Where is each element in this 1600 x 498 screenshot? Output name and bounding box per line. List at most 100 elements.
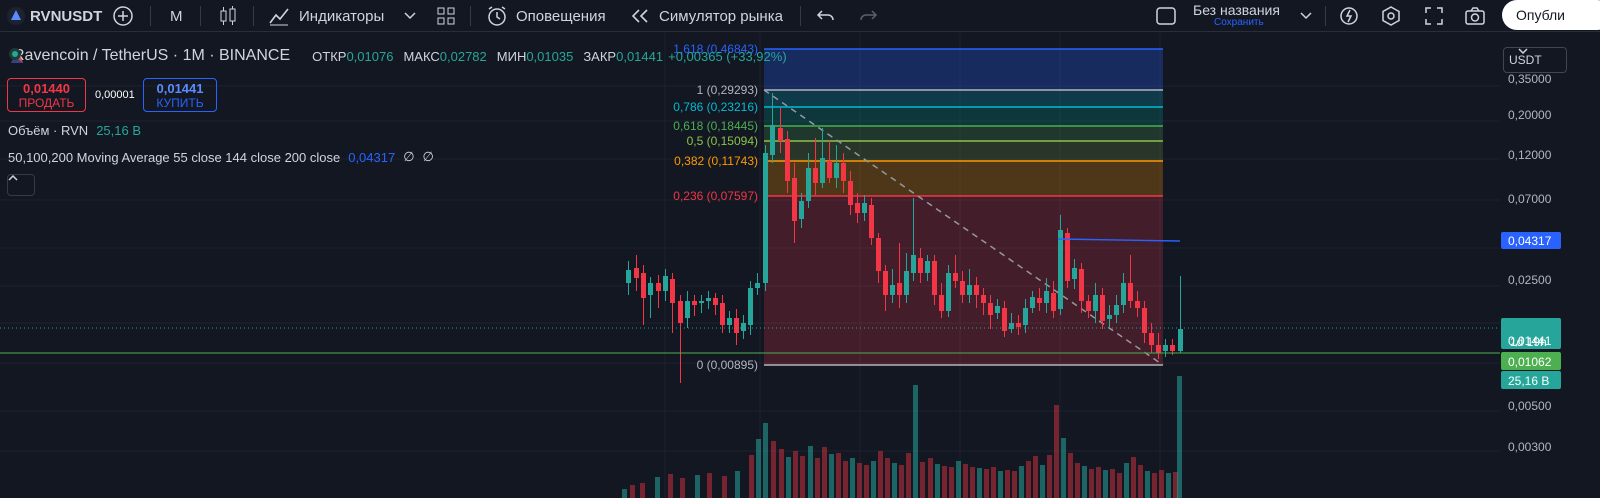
indicators-button[interactable]: Индикаторы [299,0,384,32]
candle-body [685,301,690,318]
candle-body [939,295,944,311]
candle-body [741,323,746,331]
candle-body [862,203,867,213]
candle-body [727,318,732,325]
volume-bar [640,483,645,498]
candle-body [918,258,923,273]
volume-bar [1082,466,1087,498]
price-chart[interactable]: 1,618 (0,46843)1 (0,29293)0,786 (0,23216… [0,33,1600,498]
candle-body [855,203,860,213]
candle-body [641,273,646,298]
symbol-search-button[interactable]: RVNUSDT [30,0,102,32]
save-link[interactable]: Сохранить [1214,17,1264,28]
candle-body [820,158,825,183]
currency-chevron-down-icon [1518,48,1528,54]
volume-bar [928,458,933,498]
layout-name-box[interactable]: Без названия Сохранить [1185,0,1315,32]
candle-body [720,303,725,325]
candle-body [706,298,711,301]
price-axis-tick: 0,20000 [1508,108,1552,122]
candle-body [981,295,986,303]
price-axis-tick: 0,35000 [1508,72,1552,86]
legend-volume[interactable]: Объём · RVN 25,16 B [8,123,141,138]
chevron-down-icon[interactable] [404,0,416,32]
currency-select[interactable]: USDT [1503,47,1567,73]
candle-body [648,283,653,295]
candle-body [1058,230,1063,309]
camera-icon[interactable] [1464,0,1486,32]
volume-bar [1096,467,1101,498]
candle-body [748,288,753,325]
volume-bar [695,475,700,498]
candle-body [1044,291,1049,303]
candle-body [834,163,839,178]
candle-body [634,268,639,278]
compare-add-icon[interactable] [112,0,134,32]
candle-body [699,301,704,303]
candle-body [1065,233,1070,281]
undo-icon[interactable] [816,0,836,32]
candle-body [763,153,768,283]
fullscreen-icon[interactable] [1424,0,1444,32]
fib-level-label: 0 (0,00895) [697,358,758,372]
publish-button[interactable]: Опубли [1502,0,1600,30]
volume-bar [850,458,855,498]
volume-bar [622,489,627,498]
interval-button[interactable]: M [170,0,183,32]
candle-body [734,318,739,333]
chevron-up-icon [8,175,18,181]
candle-body [806,168,811,201]
fib-zone [764,126,1163,141]
volume-bar [1177,376,1182,498]
sell-button[interactable]: 0,01440 ПРОДАТЬ [7,78,86,112]
candle-body [869,205,874,238]
layout-chevron-down-icon[interactable] [1300,0,1312,32]
volume-bar [722,476,727,498]
volume-bar [763,423,768,498]
volume-bar [808,446,813,498]
alerts-button[interactable]: Оповещения [516,0,606,32]
volume-value: 25,16 B [96,123,142,138]
hline-price-tag: 0,01062 [1508,355,1552,369]
chart-area[interactable]: 1,618 (0,46843) 1 (0,29293) 0,786 (0,23216… [0,33,1600,498]
alert-clock-icon[interactable] [485,0,509,32]
ma-label: 50,100,200 Moving Average 55 close 144 c… [8,149,341,165]
legend-moving-average[interactable]: 50,100,200 Moving Average 55 close 144 c… [8,149,434,165]
price-axis-tick: 0,00300 [1508,440,1552,454]
layout-checkbox-icon[interactable] [1155,0,1177,32]
replay-button[interactable]: Симулятор рынка [659,0,783,32]
candle-body [960,281,965,295]
settings-gear-icon[interactable] [1380,0,1402,32]
volume-bar [779,449,784,498]
ma-value: 0,04317 [348,149,396,165]
candle-body [813,168,818,183]
low-value: 0,01035 [526,48,574,64]
buy-button[interactable]: 0,01441 КУПИТЬ [143,78,217,112]
indicators-icon[interactable] [268,0,290,32]
pair-title[interactable]: Ravencoin / TetherUS · 1M · BINANCE [13,47,290,65]
collapse-legend-button[interactable] [7,174,35,196]
legend-main: Ravencoin / TetherUS · 1M · BINANCE ОТКР… [8,47,787,65]
redo-icon[interactable] [858,0,878,32]
replay-rewind-icon[interactable] [630,0,650,32]
fib-level-label: 0,786 (0,23216) [673,100,758,114]
volume-bar [1159,470,1164,498]
candle-style-icon[interactable] [218,0,238,32]
candle-body [988,303,993,315]
volume-bar [1124,463,1129,498]
volume-bar [920,462,925,498]
volume-bar [793,451,798,498]
volume-bar [913,385,918,498]
quick-search-icon[interactable] [1338,0,1360,32]
price-axis-tick: 0,02500 [1508,273,1552,287]
volume-tag: 25,16 B [1508,374,1549,388]
volume-bar [680,478,685,498]
volume-bar [756,439,761,498]
top-toolbar: RVNUSDT M Индикаторы Оповещения Симулято… [0,0,1600,32]
volume-bar [956,461,961,498]
layouts-grid-icon[interactable] [436,0,456,32]
candle-body [911,255,916,273]
candle-body [1149,333,1154,345]
volume-bar [829,454,834,498]
candle-body [678,301,683,323]
